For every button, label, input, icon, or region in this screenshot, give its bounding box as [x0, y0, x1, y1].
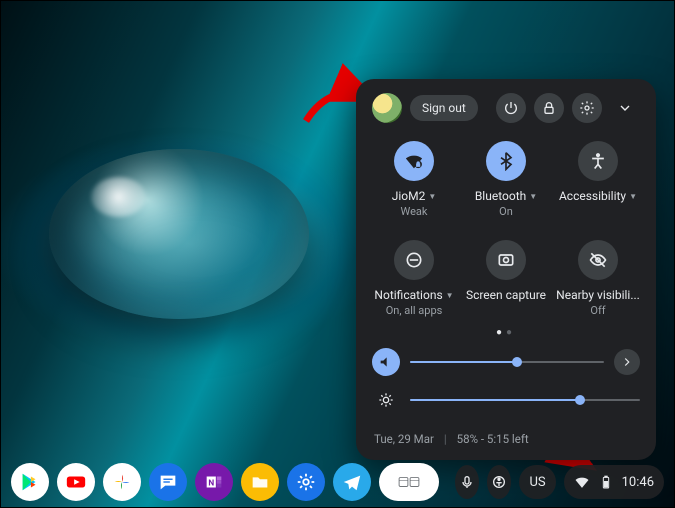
power-button[interactable] [496, 93, 526, 123]
notifications-label: Notifications [374, 288, 442, 302]
battery-status-icon [598, 474, 614, 490]
wifi-status-icon [574, 474, 590, 490]
page-indicator[interactable]: ●● [372, 327, 640, 338]
dictation-button[interactable] [455, 465, 479, 499]
status-area[interactable]: 10:46 [564, 465, 664, 499]
date-label: Tue, 29 Mar [374, 432, 434, 446]
play-store-app[interactable] [11, 463, 49, 501]
messages-app[interactable] [149, 463, 187, 501]
volume-slider-row [372, 348, 640, 376]
shelf: N US 10:46 [1, 457, 674, 507]
settings-button[interactable] [572, 93, 602, 123]
screen-capture-icon [486, 240, 526, 280]
user-avatar[interactable] [372, 93, 402, 123]
nearby-label: Nearby visibili... [556, 288, 640, 302]
bluetooth-label: Bluetooth [475, 189, 526, 203]
files-app[interactable] [241, 463, 279, 501]
wifi-icon [394, 141, 434, 181]
caret-icon: ▼ [428, 192, 436, 201]
wallpaper-droplet [49, 149, 309, 319]
audio-settings-button[interactable] [614, 349, 640, 375]
wifi-label: JioM2 [392, 189, 426, 203]
screen-reader-button[interactable] [487, 465, 511, 499]
brightness-slider-row [372, 386, 640, 414]
lock-button[interactable] [534, 93, 564, 123]
bluetooth-icon [486, 141, 526, 181]
visibility-off-icon [578, 240, 618, 280]
settings-app[interactable] [287, 463, 325, 501]
bluetooth-tile[interactable]: Bluetooth▼ On [464, 141, 548, 218]
caret-icon: ▼ [529, 192, 537, 201]
brightness-slider[interactable] [410, 393, 640, 407]
bluetooth-sublabel: On [499, 205, 513, 218]
onenote-app[interactable]: N [195, 463, 233, 501]
caret-icon: ▼ [629, 192, 637, 201]
accessibility-icon [578, 141, 618, 181]
notifications-tile[interactable]: Notifications ▼ On, all apps [372, 240, 456, 317]
ime-button[interactable]: US [519, 465, 555, 499]
photos-app[interactable] [103, 463, 141, 501]
do-not-disturb-icon [394, 240, 434, 280]
screen-capture-label: Screen capture [466, 288, 546, 302]
sign-out-button[interactable]: Sign out [410, 95, 478, 121]
screen-capture-tile[interactable]: Screen capture [464, 240, 548, 317]
divider: | [444, 432, 447, 446]
battery-label[interactable]: 58% - 5:15 left [457, 432, 529, 446]
brightness-icon [372, 386, 400, 414]
wifi-tile[interactable]: JioM2▼ Weak [372, 141, 456, 218]
nearby-sublabel: Off [590, 304, 605, 317]
volume-icon[interactable] [372, 348, 400, 376]
notifications-sublabel: On, all apps [386, 304, 443, 317]
nearby-visibility-tile[interactable]: Nearby visibili... Off [556, 240, 640, 317]
youtube-app[interactable] [57, 463, 95, 501]
collapse-button[interactable] [610, 93, 640, 123]
accessibility-label: Accessibility [559, 189, 626, 203]
accessibility-tile[interactable]: Accessibility▼ [556, 141, 640, 218]
telegram-app[interactable] [333, 463, 371, 501]
svg-text:N: N [208, 479, 214, 489]
caret-icon: ▼ [446, 291, 454, 300]
volume-slider[interactable] [410, 355, 604, 369]
wifi-sublabel: Weak [401, 205, 428, 218]
window-overview[interactable] [379, 463, 439, 501]
clock: 10:46 [622, 475, 654, 490]
quick-settings-panel: Sign out JioM2▼ Weak Bluetooth▼ On Acces… [356, 79, 656, 460]
